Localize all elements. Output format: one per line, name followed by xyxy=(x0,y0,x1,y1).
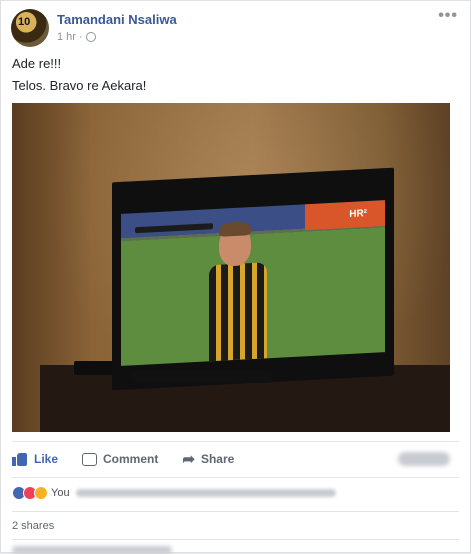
post-text-line-2: Telos. Bravo re Aekara! xyxy=(12,78,147,93)
action-bar: Like Comment ➦ Share xyxy=(12,448,450,470)
share-button[interactable]: ➦ Share xyxy=(182,450,234,468)
console xyxy=(74,361,114,375)
tv-screen: HR² xyxy=(121,200,385,366)
globe-icon[interactable] xyxy=(85,32,96,42)
haha-icon xyxy=(34,486,48,500)
divider xyxy=(12,477,459,478)
comment-icon xyxy=(82,452,98,466)
audience-selector[interactable] xyxy=(398,452,450,466)
share-arrow-icon: ➦ xyxy=(182,451,195,468)
post-meta: 1 hr · xyxy=(57,31,96,43)
shares-count[interactable]: 2 shares xyxy=(12,520,54,532)
tv-stand xyxy=(132,371,272,383)
divider xyxy=(12,511,459,512)
post-card: 10 Tamandani Nsaliwa 1 hr · ••• Ade re!!… xyxy=(0,0,471,554)
more-options-icon[interactable]: ••• xyxy=(438,7,458,25)
tv: HR² xyxy=(112,167,394,391)
divider xyxy=(12,539,459,540)
divider xyxy=(12,441,459,442)
like-button[interactable]: Like xyxy=(12,452,58,466)
reaction-names: You xyxy=(51,487,70,499)
thumbs-up-icon xyxy=(12,452,28,466)
author-avatar[interactable]: 10 xyxy=(11,9,49,47)
tv-channel-logo: HR² xyxy=(349,208,367,220)
author-name[interactable]: Tamandani Nsaliwa xyxy=(57,12,177,27)
comment-button[interactable]: Comment xyxy=(82,452,158,466)
player xyxy=(209,221,269,362)
score-overlay xyxy=(135,223,213,234)
post-photo[interactable]: HR² xyxy=(12,103,450,432)
reaction-summary[interactable]: You xyxy=(12,486,336,500)
post-time[interactable]: 1 hr xyxy=(57,31,76,43)
post-header: 10 Tamandani Nsaliwa 1 hr · ••• xyxy=(11,7,460,49)
post-text-line-1: Ade re!!! xyxy=(12,56,62,71)
